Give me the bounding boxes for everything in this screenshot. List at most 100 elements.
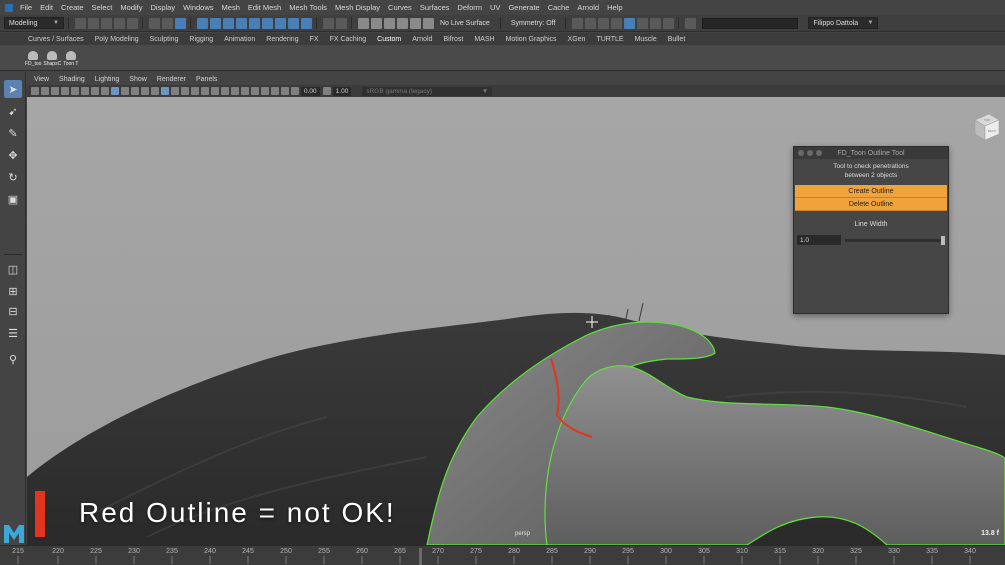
menu-file[interactable]: File bbox=[20, 3, 32, 12]
textured-icon[interactable] bbox=[181, 87, 189, 95]
viewcube-icon[interactable]: TOP BACK bbox=[971, 112, 1001, 144]
shelf-tab-rigging[interactable]: Rigging bbox=[189, 36, 213, 43]
shelf-tab-mash[interactable]: MASH bbox=[474, 36, 494, 43]
menu-display[interactable]: Display bbox=[151, 3, 176, 12]
save-scene-icon[interactable] bbox=[101, 17, 112, 29]
menu-mesh-tools[interactable]: Mesh Tools bbox=[289, 3, 327, 12]
gate-mask-icon[interactable] bbox=[111, 87, 119, 95]
safe-title-icon[interactable] bbox=[141, 87, 149, 95]
four-view-layout-icon[interactable]: ⊞ bbox=[4, 282, 22, 300]
field-chart-icon[interactable] bbox=[121, 87, 129, 95]
snap-projected-icon[interactable] bbox=[236, 17, 247, 29]
snap-curve-icon[interactable] bbox=[210, 17, 221, 29]
render-settings-icon[interactable] bbox=[384, 17, 395, 29]
shelf-tab-poly-modeling[interactable]: Poly Modeling bbox=[95, 36, 139, 43]
render-icon[interactable] bbox=[572, 17, 584, 29]
grease-pencil-icon[interactable] bbox=[71, 87, 79, 95]
depth-of-field-icon[interactable] bbox=[241, 87, 249, 95]
backface-culling-icon[interactable] bbox=[281, 87, 289, 95]
menu-generate[interactable]: Generate bbox=[508, 3, 539, 12]
menu-windows[interactable]: Windows bbox=[183, 3, 213, 12]
menu-select[interactable]: Select bbox=[92, 3, 113, 12]
menu-uv[interactable]: UV bbox=[490, 3, 500, 12]
select-component-icon[interactable] bbox=[175, 17, 186, 29]
symmetry-dropdown[interactable]: Symmetry: Off bbox=[511, 20, 556, 27]
shelf-tab-rendering[interactable]: Rendering bbox=[266, 36, 298, 43]
menu-curves[interactable]: Curves bbox=[388, 3, 412, 12]
line-width-field[interactable]: 1.0 bbox=[797, 235, 841, 245]
use-all-lights-icon[interactable] bbox=[191, 87, 199, 95]
shadows-icon[interactable] bbox=[201, 87, 209, 95]
snap-view-icon[interactable] bbox=[249, 17, 260, 29]
lock-icon[interactable] bbox=[323, 17, 334, 29]
ambient-occlusion-icon[interactable] bbox=[211, 87, 219, 95]
snap-point-icon[interactable] bbox=[223, 17, 234, 29]
menu-edit-mesh[interactable]: Edit Mesh bbox=[248, 3, 281, 12]
menu-deform[interactable]: Deform bbox=[457, 3, 482, 12]
select-tool-icon[interactable]: ➤ bbox=[4, 80, 22, 98]
wireframe-on-shaded-icon[interactable] bbox=[171, 87, 179, 95]
arnold-ipr-icon[interactable] bbox=[637, 17, 649, 29]
snap-grid-icon[interactable] bbox=[197, 17, 208, 29]
exposure-field[interactable]: 0.00 bbox=[301, 86, 320, 96]
wireframe-icon[interactable] bbox=[151, 87, 159, 95]
shelf-tab-animation[interactable]: Animation bbox=[224, 36, 255, 43]
scale-tool-icon[interactable]: ▣ bbox=[4, 190, 22, 208]
live-surface-label[interactable]: No Live Surface bbox=[440, 20, 490, 27]
menu-surfaces[interactable]: Surfaces bbox=[420, 3, 450, 12]
shelf-button-fd-tool[interactable]: FD_too bbox=[25, 51, 41, 67]
redo-icon[interactable] bbox=[127, 17, 138, 29]
2d-pan-zoom-icon[interactable] bbox=[61, 87, 69, 95]
render-frame-icon[interactable] bbox=[358, 17, 369, 29]
user-account-dropdown[interactable]: Filippo Dattola ▼ bbox=[808, 17, 879, 29]
snap-live-icon[interactable] bbox=[288, 17, 299, 29]
delete-outline-button[interactable]: Delete Outline bbox=[795, 198, 947, 211]
shelf-tab-fx[interactable]: FX bbox=[310, 36, 319, 43]
color-space-dropdown[interactable]: sRGB gamma (legacy) ▼ bbox=[362, 86, 493, 96]
grid-icon[interactable] bbox=[81, 87, 89, 95]
safe-action-icon[interactable] bbox=[131, 87, 139, 95]
lasso-tool-icon[interactable]: ➹ bbox=[4, 102, 22, 120]
render-region-icon[interactable] bbox=[598, 17, 610, 29]
time-slider[interactable]: 215 220 225 230 235 240 245 250 255 260 … bbox=[0, 545, 1005, 565]
menu-help[interactable]: Help bbox=[607, 3, 622, 12]
shelf-tab-bullet[interactable]: Bullet bbox=[668, 36, 686, 43]
shelf-tab-bifrost[interactable]: Bifrost bbox=[444, 36, 464, 43]
menu-cache[interactable]: Cache bbox=[548, 3, 570, 12]
outliner-layout-icon[interactable]: ☰ bbox=[4, 324, 22, 342]
xray-joints-icon[interactable] bbox=[271, 87, 279, 95]
ipr-render-icon[interactable] bbox=[371, 17, 382, 29]
image-plane-icon[interactable] bbox=[51, 87, 59, 95]
menuset-dropdown[interactable]: Modeling ▼ bbox=[4, 17, 64, 29]
open-scene-icon[interactable] bbox=[88, 17, 99, 29]
panel-menu-view[interactable]: View bbox=[34, 76, 49, 83]
camera-attributes-icon[interactable] bbox=[31, 87, 39, 95]
panel-menu-renderer[interactable]: Renderer bbox=[157, 76, 186, 83]
pause-icon[interactable] bbox=[663, 17, 675, 29]
menu-arnold[interactable]: Arnold bbox=[577, 3, 599, 12]
play-icon[interactable] bbox=[650, 17, 662, 29]
move-tool-icon[interactable]: ✥ bbox=[4, 146, 22, 164]
snap-vertex-icon[interactable] bbox=[301, 17, 312, 29]
snap-pivot-icon[interactable] bbox=[275, 17, 286, 29]
menu-mesh-display[interactable]: Mesh Display bbox=[335, 3, 380, 12]
shelf-tab-turtle[interactable]: TURTLE bbox=[596, 36, 623, 43]
snapshot-icon[interactable] bbox=[611, 17, 623, 29]
hypershade-icon[interactable] bbox=[397, 17, 408, 29]
exposure-icon[interactable] bbox=[291, 87, 299, 95]
motion-blur-icon[interactable] bbox=[221, 87, 229, 95]
menu-mesh[interactable]: Mesh bbox=[222, 3, 240, 12]
line-width-slider[interactable] bbox=[845, 235, 945, 245]
command-search-input[interactable] bbox=[702, 17, 799, 29]
xray-icon[interactable] bbox=[261, 87, 269, 95]
shelf-tab-muscle[interactable]: Muscle bbox=[635, 36, 657, 43]
shelf-button-toon-tool[interactable]: Toon T bbox=[63, 51, 78, 67]
create-outline-button[interactable]: Create Outline bbox=[795, 185, 947, 198]
resolution-gate-icon[interactable] bbox=[101, 87, 109, 95]
film-gate-icon[interactable] bbox=[91, 87, 99, 95]
rotate-tool-icon[interactable]: ↻ bbox=[4, 168, 22, 186]
side-by-side-layout-icon[interactable]: ⊟ bbox=[4, 302, 22, 320]
shelf-tab-xgen[interactable]: XGen bbox=[568, 36, 586, 43]
smooth-shade-icon[interactable] bbox=[161, 87, 169, 95]
shelf-tab-motion-graphics[interactable]: Motion Graphics bbox=[506, 36, 557, 43]
